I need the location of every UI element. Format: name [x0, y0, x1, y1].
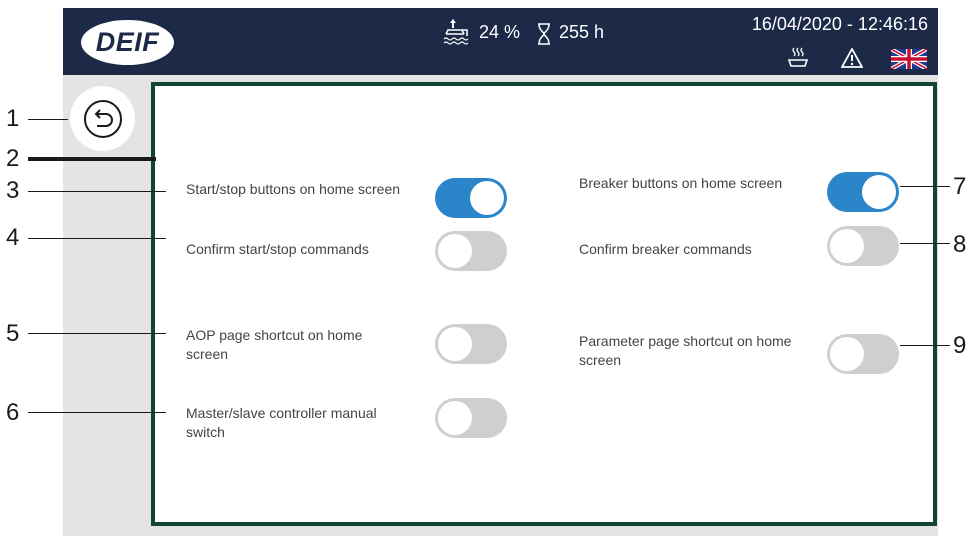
toggle-knob — [470, 181, 504, 215]
start-stop-buttons-toggle[interactable] — [435, 178, 507, 218]
callout-line-9 — [900, 345, 950, 346]
breaker-buttons-label: Breaker buttons on home screen — [579, 175, 783, 191]
toggle-knob — [830, 337, 864, 371]
parameter-shortcut-label: Parameter page shortcut on home screen — [579, 333, 792, 368]
toggle-knob — [862, 175, 896, 209]
logo-text: DEIF — [95, 27, 160, 57]
settings-panel: Start/stop buttons on home screen Confir… — [151, 82, 937, 526]
back-button[interactable] — [70, 86, 135, 151]
master-slave-label: Master/slave controller manual switch — [186, 405, 377, 440]
confirm-start-stop-label: Confirm start/stop commands — [186, 241, 369, 257]
start-stop-buttons-label: Start/stop buttons on home screen — [186, 181, 401, 197]
deif-logo: DEIF — [81, 20, 174, 65]
fuel-level-value: 24 % — [479, 22, 521, 42]
parameter-shortcut-toggle[interactable] — [827, 334, 899, 374]
hourglass-icon — [538, 23, 550, 45]
uk-flag-icon[interactable] — [891, 49, 927, 69]
callout-line-5 — [28, 333, 166, 334]
aop-shortcut-toggle[interactable] — [435, 324, 507, 364]
device-screen: DEIF 24 % 255 h 16/04/2020 - 12:46:16 St… — [63, 8, 938, 536]
callout-line-4 — [28, 238, 166, 239]
callout-7: 7 — [953, 173, 967, 200]
confirm-breaker-toggle[interactable] — [827, 226, 899, 266]
confirm-breaker-label: Confirm breaker commands — [579, 241, 752, 257]
callout-line-6 — [28, 412, 166, 413]
heater-icon — [787, 47, 809, 67]
toggle-knob — [830, 229, 864, 263]
callout-2: 2 — [6, 145, 20, 172]
callout-5: 5 — [6, 320, 20, 347]
fuel-icon — [443, 19, 469, 45]
callout-line-7 — [900, 186, 950, 187]
callout-3: 3 — [6, 177, 20, 204]
callout-1: 1 — [6, 105, 20, 132]
running-hours-value: 255 h — [559, 22, 605, 42]
callout-line-8 — [900, 243, 950, 244]
back-arrow-icon — [83, 99, 122, 138]
callout-line-3 — [28, 191, 166, 192]
date-time: 16/04/2020 - 12:46:16 — [751, 14, 928, 34]
warning-icon[interactable] — [841, 48, 863, 68]
callout-4: 4 — [6, 224, 20, 251]
toggle-knob — [438, 401, 472, 435]
master-slave-toggle[interactable] — [435, 398, 507, 438]
callout-6: 6 — [6, 399, 20, 426]
callout-9: 9 — [953, 332, 967, 359]
breaker-buttons-toggle[interactable] — [827, 172, 899, 212]
toggle-knob — [438, 234, 472, 268]
confirm-start-stop-toggle[interactable] — [435, 231, 507, 271]
top-bar: DEIF 24 % 255 h 16/04/2020 - 12:46:16 — [63, 8, 938, 75]
callout-8: 8 — [953, 231, 967, 258]
toggle-knob — [438, 327, 472, 361]
callout-line-2 — [28, 157, 156, 161]
callout-line-1 — [28, 119, 68, 120]
aop-shortcut-label: AOP page shortcut on home screen — [186, 327, 363, 362]
